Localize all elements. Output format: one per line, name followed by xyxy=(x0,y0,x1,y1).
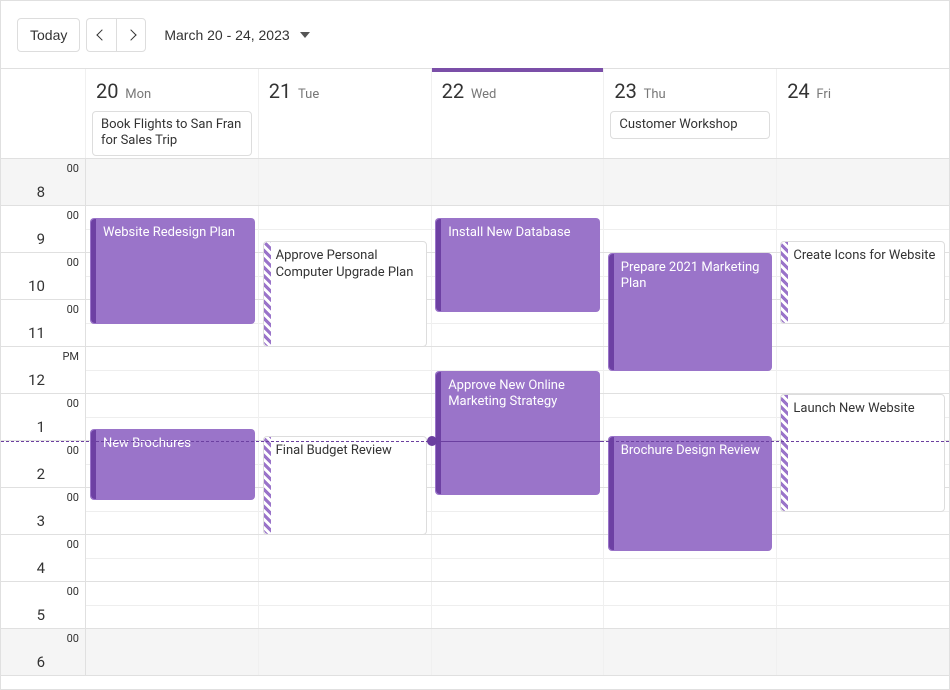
minute-label: 00 xyxy=(51,394,86,440)
hour-label: 9 xyxy=(1,206,51,252)
day-header-row: 20 MonBook Flights to San Fran for Sales… xyxy=(1,69,949,159)
event-accent-bar xyxy=(609,437,614,550)
chevron-right-icon xyxy=(126,29,137,40)
date-range-dropdown[interactable]: March 20 - 24, 2023 xyxy=(152,18,321,52)
day-of-week: Mon xyxy=(125,87,151,102)
event-accent-bar xyxy=(91,219,96,323)
event-title: New Brochures xyxy=(103,436,248,452)
calendar-event[interactable]: Final Budget Review xyxy=(263,436,428,535)
minute-label: 00 xyxy=(51,300,86,346)
chevron-left-icon xyxy=(96,29,107,40)
event-title: Create Icons for Website xyxy=(793,248,938,264)
today-button[interactable]: Today xyxy=(17,18,80,52)
event-accent-bar xyxy=(264,242,271,346)
allday-event[interactable]: Book Flights to San Fran for Sales Trip xyxy=(92,111,252,156)
calendar-event[interactable]: Website Redesign Plan xyxy=(90,218,255,324)
hour-label: 2 xyxy=(1,441,51,487)
event-accent-bar xyxy=(781,395,788,511)
event-title: Install New Database xyxy=(448,225,593,241)
event-title: Final Budget Review xyxy=(276,443,421,459)
date-range-label: March 20 - 24, 2023 xyxy=(164,27,289,43)
calendar-body[interactable]: 8009001000110012PM100200300400500600 Web… xyxy=(1,159,949,690)
event-title: Launch New Website xyxy=(793,401,938,417)
day-title: 23 Thu xyxy=(604,75,776,111)
calendar-event[interactable]: Create Icons for Website xyxy=(780,241,945,323)
event-accent-bar xyxy=(91,430,96,499)
minute-label: 00 xyxy=(51,629,86,675)
hour-label: 6 xyxy=(1,629,51,675)
day-title: 20 Mon xyxy=(86,75,258,111)
hour-label: 1 xyxy=(1,394,51,440)
hour-label: 10 xyxy=(1,253,51,299)
calendar-event[interactable]: New Brochures xyxy=(90,429,255,500)
nav-group xyxy=(86,18,146,52)
hour-label: 3 xyxy=(1,488,51,534)
day-of-week: Thu xyxy=(644,87,666,102)
event-accent-bar xyxy=(781,242,788,322)
event-column: Website Redesign Plan New Brochures xyxy=(86,159,259,690)
allday-event[interactable]: Customer Workshop xyxy=(610,111,770,139)
hour-label: 8 xyxy=(1,159,51,205)
day-of-week: Fri xyxy=(816,87,831,102)
minute-label: PM xyxy=(51,347,86,393)
header-gutter xyxy=(1,69,86,158)
calendar-workweek-view: Today March 20 - 24, 2023 20 MonBook Fli… xyxy=(0,0,950,690)
calendar-event[interactable]: Approve Personal Computer Upgrade Plan xyxy=(263,241,428,347)
prev-button[interactable] xyxy=(86,18,116,52)
day-header[interactable]: 24 Fri xyxy=(777,69,949,158)
minute-label: 00 xyxy=(51,206,86,252)
minute-label: 00 xyxy=(51,582,86,628)
event-column: Create Icons for Website Launch New Websi… xyxy=(776,159,949,690)
toolbar: Today March 20 - 24, 2023 xyxy=(1,1,949,69)
event-accent-bar xyxy=(436,372,441,495)
day-title: 22 Wed xyxy=(432,75,604,111)
day-number: 23 xyxy=(614,79,636,103)
calendar-event[interactable]: Approve New Online Marketing Strategy xyxy=(435,371,600,496)
minute-label: 00 xyxy=(51,535,86,581)
hour-label: 4 xyxy=(1,535,51,581)
event-column: Approve Personal Computer Upgrade Plan Fi… xyxy=(259,159,432,690)
calendar-event[interactable]: Launch New Website xyxy=(780,394,945,512)
hour-label: 11 xyxy=(1,300,51,346)
minute-label: 00 xyxy=(51,159,86,205)
day-header[interactable]: 22 Wed xyxy=(432,69,605,158)
minute-label: 00 xyxy=(51,441,86,487)
event-columns: Website Redesign Plan New Brochures Approv… xyxy=(86,159,949,690)
event-title: Approve New Online Marketing Strategy xyxy=(448,378,593,411)
day-number: 21 xyxy=(269,79,291,103)
day-header[interactable]: 20 MonBook Flights to San Fran for Sales… xyxy=(86,69,259,158)
event-column: Install New Database Approve New Online M… xyxy=(431,159,604,690)
day-title: 21 Tue xyxy=(259,75,431,111)
calendar-event[interactable]: Brochure Design Review xyxy=(608,436,773,551)
calendar-event[interactable]: Prepare 2021 Marketing Plan xyxy=(608,253,773,371)
day-header[interactable]: 21 Tue xyxy=(259,69,432,158)
event-accent-bar xyxy=(436,219,441,311)
day-number: 24 xyxy=(787,79,809,103)
day-header[interactable]: 23 ThuCustomer Workshop xyxy=(604,69,777,158)
minute-label: 00 xyxy=(51,488,86,534)
hour-label: 12 xyxy=(1,347,51,393)
calendar-event[interactable]: Install New Database xyxy=(435,218,600,312)
event-accent-bar xyxy=(264,437,271,534)
minute-label: 00 xyxy=(51,253,86,299)
event-accent-bar xyxy=(609,254,614,370)
day-number: 20 xyxy=(96,79,118,103)
event-column: Prepare 2021 Marketing Plan Brochure Desi… xyxy=(604,159,777,690)
next-button[interactable] xyxy=(116,18,146,52)
day-of-week: Tue xyxy=(298,87,319,102)
day-of-week: Wed xyxy=(471,87,497,102)
event-title: Brochure Design Review xyxy=(621,443,766,459)
day-number: 22 xyxy=(442,79,464,103)
day-title: 24 Fri xyxy=(777,75,949,111)
caret-down-icon xyxy=(300,32,310,38)
event-title: Approve Personal Computer Upgrade Plan xyxy=(276,248,421,281)
hour-label: 5 xyxy=(1,582,51,628)
event-title: Prepare 2021 Marketing Plan xyxy=(621,260,766,293)
event-title: Website Redesign Plan xyxy=(103,225,248,241)
